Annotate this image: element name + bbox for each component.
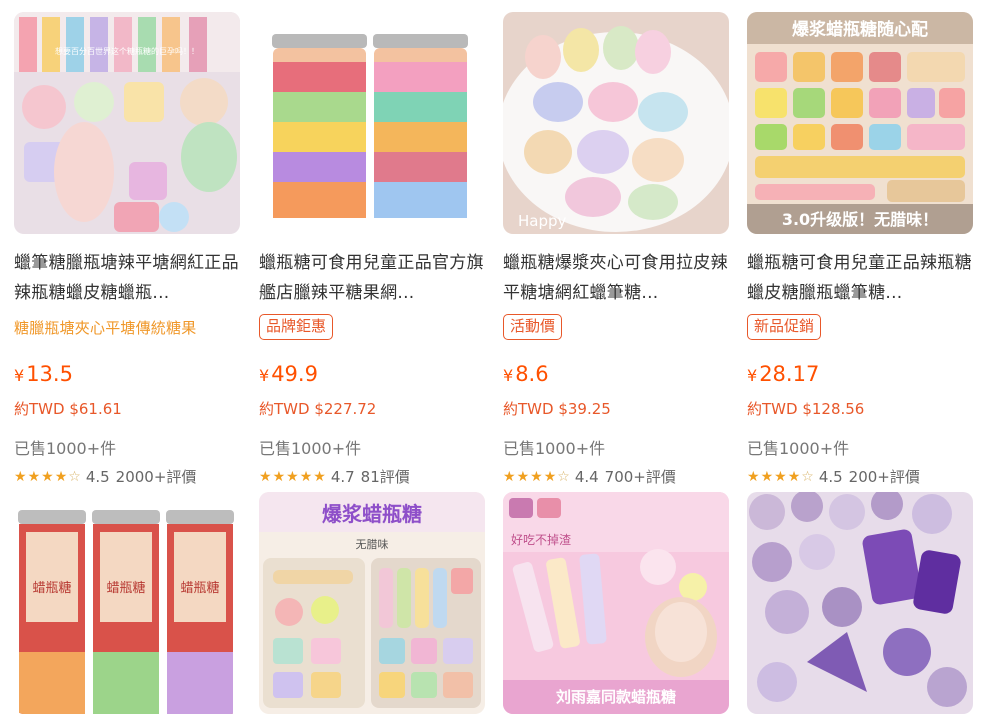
- star-filled-icon: ★: [530, 468, 543, 485]
- sold-count: 已售1000+件: [503, 439, 606, 458]
- product-title[interactable]: 蠟筆糖臘瓶塘辣平塘網紅正品辣瓶糖蠟皮糖蠟瓶...: [14, 248, 240, 308]
- star-rating-icons: ★ ★ ★ ★ ☆: [14, 469, 82, 485]
- candy-grid-image: 爆浆蜡瓶糖随心配 3.0升级版！无腊味！: [747, 12, 973, 234]
- candy-pile-image: 想要百分百世界这个糖瓶糖的巨孕吗！！: [14, 12, 240, 234]
- rating: ★ ★ ★ ★ ☆ 4.5 200+評價: [747, 467, 920, 487]
- product-image[interactable]: [747, 492, 973, 714]
- svg-text:好吃不掉渣: 好吃不掉渣: [511, 533, 571, 547]
- product-title[interactable]: 蠟瓶糖可食用兒童正品辣瓶糖蠟皮糖臘瓶蠟筆糖...: [747, 248, 973, 308]
- star-filled-icon: ★: [14, 468, 27, 485]
- star-empty-icon: ☆: [557, 468, 570, 485]
- promo-tag: 新品促銷: [747, 314, 822, 340]
- star-filled-icon: ★: [286, 468, 299, 485]
- star-filled-icon: ★: [272, 468, 286, 485]
- candy-pink-promo-image: 好吃不掉渣 刘雨嘉同款蜡瓶糖: [503, 492, 729, 714]
- star-empty-icon: ☆: [801, 468, 814, 485]
- product-card-7[interactable]: 好吃不掉渣 刘雨嘉同款蜡瓶糖: [503, 492, 729, 714]
- candy-jars-red-image: 蜡瓶糖 蜡瓶糖 蜡瓶糖: [14, 492, 240, 714]
- price: ¥28.17: [747, 362, 820, 386]
- sold-count: 已售1000+件: [747, 439, 850, 458]
- star-filled-icon: ★: [27, 468, 41, 485]
- product-image[interactable]: 爆浆蜡瓶糖随心配 3.0升级版！无腊味！: [747, 12, 973, 234]
- svg-text:爆浆蜡瓶糖: 爆浆蜡瓶糖: [322, 502, 422, 526]
- product-image[interactable]: 想要百分百世界这个糖瓶糖的巨孕吗！！: [14, 12, 240, 234]
- star-filled-icon: ★: [41, 468, 54, 485]
- candy-tray-image: 爆浆蜡瓶糖 无腊味: [259, 492, 485, 714]
- product-image[interactable]: Happy: [503, 12, 729, 234]
- twd-price: 約TWD $227.72: [259, 400, 377, 418]
- twd-price: 約TWD $39.25: [503, 400, 611, 418]
- product-card-8[interactable]: [747, 492, 973, 714]
- product-image[interactable]: 蜡瓶糖 蜡瓶糖 蜡瓶糖: [14, 492, 240, 714]
- product-card-6[interactable]: 爆浆蜡瓶糖 无腊味: [259, 492, 485, 714]
- star-filled-icon: ★: [299, 468, 313, 485]
- price: ¥49.9: [259, 362, 318, 386]
- star-filled-icon: ★: [54, 468, 68, 485]
- svg-text:想要百分百世界这个糖瓶糖的巨孕吗！！: 想要百分百世界这个糖瓶糖的巨孕吗！！: [55, 46, 199, 56]
- promo-tag: 活動價: [503, 314, 563, 340]
- price: ¥13.5: [14, 362, 73, 386]
- star-empty-icon: ☆: [68, 468, 81, 485]
- svg-text:无腊味: 无腊味: [356, 538, 389, 551]
- svg-text:蜡瓶糖: 蜡瓶糖: [180, 580, 219, 596]
- star-filled-icon: ★: [760, 468, 774, 485]
- candy-purple-image: [747, 492, 973, 714]
- product-card-4[interactable]: 爆浆蜡瓶糖随心配 3.0升级版！无腊味！ 蠟瓶糖可食用兒童正品辣瓶糖蠟皮糖臘瓶蠟…: [747, 12, 973, 486]
- svg-text:刘雨嘉同款蜡瓶糖: 刘雨嘉同款蜡瓶糖: [556, 688, 676, 706]
- rating: ★ ★ ★ ★ ☆ 4.5 2000+評價: [14, 467, 197, 487]
- svg-text:3.0升级版！无腊味！: 3.0升级版！无腊味！: [782, 210, 938, 229]
- product-card-3[interactable]: Happy 蠟瓶糖爆漿夾心可食用拉皮辣平糖塘網紅蠟筆糖... 活動價 ¥8.6 …: [503, 12, 729, 486]
- star-filled-icon: ★: [543, 468, 557, 485]
- product-image[interactable]: 好吃不掉渣 刘雨嘉同款蜡瓶糖: [503, 492, 729, 714]
- star-filled-icon: ★: [747, 468, 760, 485]
- star-filled-icon: ★: [259, 468, 272, 485]
- svg-text:蜡瓶糖: 蜡瓶糖: [32, 580, 71, 596]
- star-filled-icon: ★: [516, 468, 530, 485]
- price: ¥8.6: [503, 362, 549, 386]
- star-filled-icon: ★: [313, 468, 326, 485]
- star-filled-icon: ★: [503, 468, 516, 485]
- svg-text:蜡瓶糖: 蜡瓶糖: [106, 580, 145, 596]
- product-card-5[interactable]: 蜡瓶糖 蜡瓶糖 蜡瓶糖: [14, 492, 240, 714]
- candy-plate-image: Happy: [503, 12, 729, 234]
- star-filled-icon: ★: [787, 468, 801, 485]
- svg-text:Happy: Happy: [518, 212, 567, 230]
- twd-price: 約TWD $61.61: [14, 400, 122, 418]
- star-rating-icons: ★ ★ ★ ★ ☆: [503, 469, 571, 485]
- promo-tag: 品牌鉅惠: [259, 314, 334, 340]
- rating: ★ ★ ★ ★ ★ 4.7 81評價: [259, 467, 410, 487]
- product-card-2[interactable]: 蠟瓶糖可食用兒童正品官方旗艦店臘辣平糖果網... 品牌鉅惠 ¥49.9 約TWD…: [259, 12, 485, 486]
- product-image[interactable]: [259, 12, 485, 234]
- product-title[interactable]: 蠟瓶糖爆漿夾心可食用拉皮辣平糖塘網紅蠟筆糖...: [503, 248, 729, 308]
- product-title[interactable]: 蠟瓶糖可食用兒童正品官方旗艦店臘辣平糖果網...: [259, 248, 485, 308]
- rating: ★ ★ ★ ★ ☆ 4.4 700+評價: [503, 467, 676, 487]
- star-filled-icon: ★: [774, 468, 787, 485]
- twd-price: 約TWD $128.56: [747, 400, 865, 418]
- star-rating-icons: ★ ★ ★ ★ ★: [259, 469, 327, 485]
- promo-text: 糖臘瓶塘夾心平塘傳統糖果: [14, 319, 197, 337]
- sold-count: 已售1000+件: [259, 439, 362, 458]
- star-rating-icons: ★ ★ ★ ★ ☆: [747, 469, 815, 485]
- svg-text:爆浆蜡瓶糖随心配: 爆浆蜡瓶糖随心配: [792, 19, 928, 40]
- sold-count: 已售1000+件: [14, 439, 117, 458]
- product-image[interactable]: 爆浆蜡瓶糖 无腊味: [259, 492, 485, 714]
- product-card-1[interactable]: 想要百分百世界这个糖瓶糖的巨孕吗！！ 蠟筆糖臘瓶塘辣平塘網紅正品辣瓶糖蠟皮糖蠟瓶…: [14, 12, 240, 486]
- candy-jars-image: [259, 12, 485, 234]
